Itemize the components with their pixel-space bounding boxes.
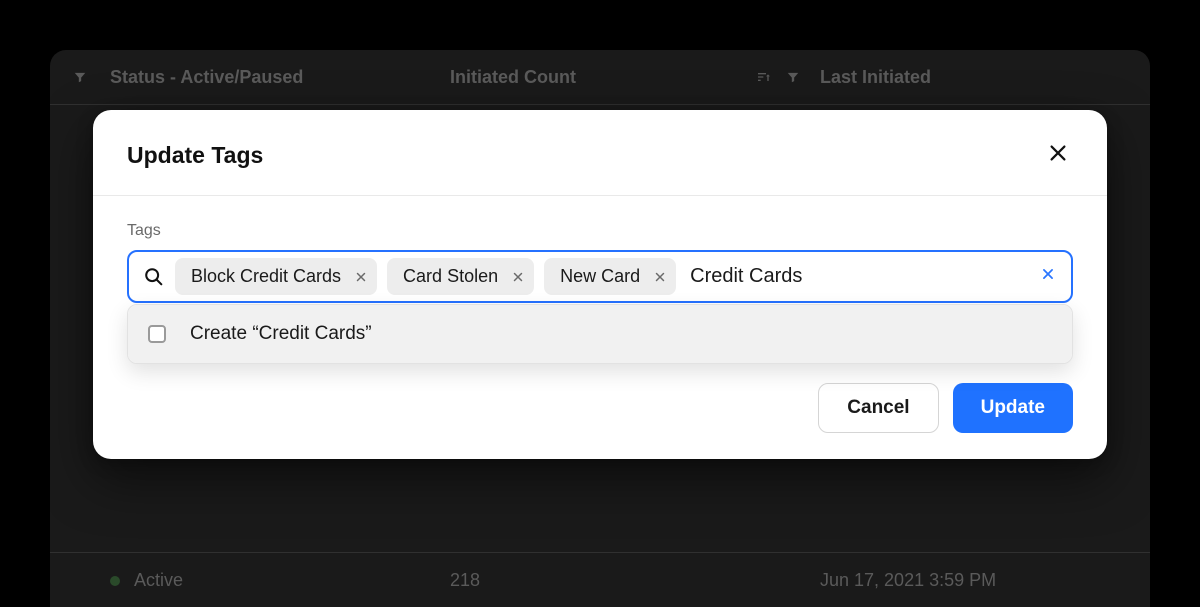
remove-tag-icon[interactable]: [512, 271, 524, 283]
create-tag-option[interactable]: Create “Credit Cards”: [128, 305, 1072, 363]
status-dot-icon: [110, 576, 120, 586]
filter-icon: [73, 70, 87, 84]
clear-icon: [1041, 267, 1055, 281]
row-initiated-cell: 218: [450, 570, 820, 591]
update-tags-modal: Update Tags Tags Block Credit Cards Card…: [93, 110, 1107, 459]
tag-chip: Card Stolen: [387, 258, 534, 295]
column-header-last-initiated[interactable]: Last Initiated: [820, 67, 1150, 88]
row-status-value: Active: [134, 570, 183, 590]
close-icon: [1047, 142, 1069, 164]
tags-input-container[interactable]: Block Credit Cards Card Stolen New Card: [127, 250, 1073, 303]
tags-text-input[interactable]: [686, 259, 1025, 294]
option-checkbox[interactable]: [148, 325, 166, 343]
row-last-initiated-cell: Jun 17, 2021 3:59 PM: [820, 570, 1150, 591]
table-header-row: Status - Active/Paused Initiated Count L…: [50, 50, 1150, 105]
remove-tag-icon[interactable]: [654, 271, 666, 283]
modal-header: Update Tags: [93, 110, 1107, 195]
tag-chip-label: Block Credit Cards: [191, 266, 341, 287]
tag-chip-label: New Card: [560, 266, 640, 287]
filter-icon-cell: [50, 70, 110, 84]
modal-body: Tags Block Credit Cards Card Stolen New …: [93, 196, 1107, 323]
remove-tag-icon[interactable]: [355, 271, 367, 283]
column-header-status[interactable]: Status - Active/Paused: [110, 67, 450, 88]
create-quoted: “Credit Cards”: [252, 323, 371, 344]
clear-input-button[interactable]: [1035, 261, 1061, 292]
tag-chip-label: Card Stolen: [403, 266, 498, 287]
create-prefix: Create: [190, 323, 252, 344]
cancel-button[interactable]: Cancel: [818, 383, 938, 433]
search-icon: [143, 266, 165, 288]
column-header-initiated[interactable]: Initiated Count: [450, 67, 820, 88]
close-button[interactable]: [1043, 138, 1073, 173]
tags-dropdown: Create “Credit Cards”: [127, 304, 1073, 364]
column-header-initiated-label: Initiated Count: [450, 67, 576, 88]
tag-chip: Block Credit Cards: [175, 258, 377, 295]
filter-icon: [786, 70, 800, 84]
row-status-cell: Active: [110, 570, 450, 591]
create-option-text: Create “Credit Cards”: [190, 323, 372, 345]
modal-title: Update Tags: [127, 142, 263, 169]
tag-chip: New Card: [544, 258, 676, 295]
table-row[interactable]: Active 218 Jun 17, 2021 3:59 PM: [50, 552, 1150, 607]
update-button[interactable]: Update: [953, 383, 1073, 433]
sort-icon: [756, 69, 772, 85]
tags-field-label: Tags: [127, 222, 1073, 240]
